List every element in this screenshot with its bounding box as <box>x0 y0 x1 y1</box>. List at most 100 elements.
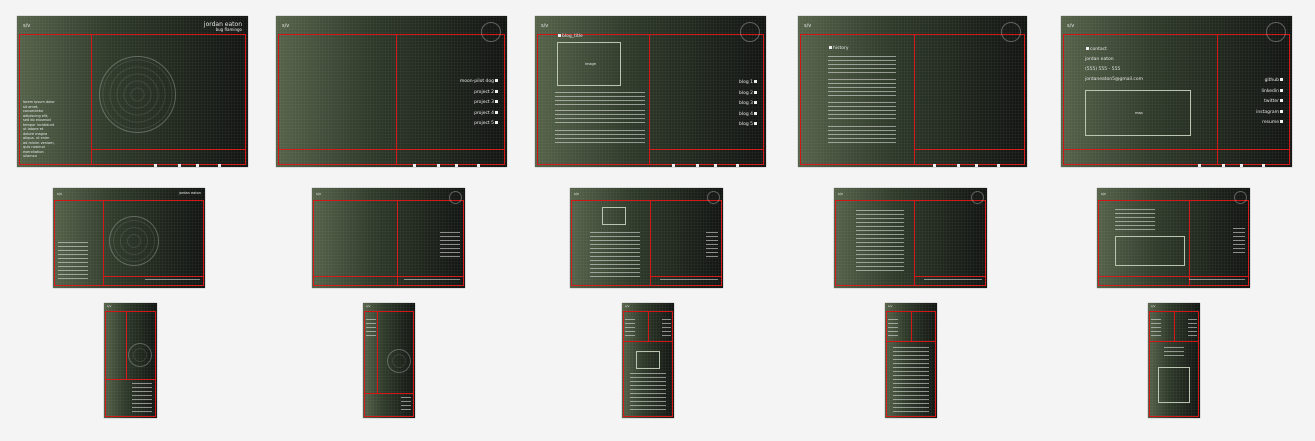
blog-item[interactable]: blog 5 <box>739 122 758 128</box>
intro-line: ullamco <box>23 154 37 158</box>
site-logo[interactable]: s/v <box>574 192 579 197</box>
intro-line: aliqua. ut enim <box>23 136 50 140</box>
project-item[interactable]: moon-pilot dog <box>460 79 499 85</box>
blog-item[interactable]: blog 3 <box>739 101 758 107</box>
mobile-projects-mockup: s/v <box>363 303 415 418</box>
globe-graphic <box>387 349 411 373</box>
social-links[interactable] <box>1233 228 1245 256</box>
project-item[interactable]: project 5 <box>460 121 499 127</box>
logo-icon <box>449 191 462 204</box>
history-paragraph <box>856 210 904 272</box>
blog-list[interactable] <box>662 319 671 337</box>
intro-line: ut labore et <box>23 127 44 131</box>
mobile-nav[interactable] <box>1151 319 1161 337</box>
social-links: github linkedin twitter instagram resume <box>1256 78 1284 131</box>
tablet-history-mockup: s/v <box>834 188 987 288</box>
contact-phone: (555) 555 - 555 <box>1085 67 1121 72</box>
map-placeholder <box>1115 236 1185 266</box>
blog-list[interactable] <box>706 232 718 258</box>
logo-icon <box>1234 191 1247 204</box>
bottom-nav[interactable] <box>924 279 982 281</box>
projects-list[interactable] <box>401 397 411 413</box>
project-item[interactable]: project 2 <box>460 89 499 96</box>
about-intro-text: lorem ipsum dolor sit amet, consectetur … <box>23 100 73 160</box>
social-link[interactable]: resume <box>1256 120 1284 126</box>
map-placeholder <box>1158 367 1190 403</box>
globe-graphic <box>128 343 152 367</box>
globe-graphic <box>109 216 159 266</box>
history-paragraph <box>828 126 896 146</box>
tablet-about-mockup: s/v jordan eaton <box>53 188 205 288</box>
social-links[interactable] <box>1188 319 1197 337</box>
about-intro-text <box>132 383 152 413</box>
contact-heading: contact <box>1085 47 1107 53</box>
project-item[interactable]: project 4 <box>460 110 499 117</box>
intro-line: consectetur <box>23 109 44 113</box>
mobile-nav[interactable] <box>366 319 376 337</box>
site-logo[interactable]: s/v <box>366 305 370 308</box>
blog-paragraph <box>555 110 645 124</box>
site-logo[interactable]: s/v <box>316 192 321 197</box>
blog-paragraph <box>590 232 640 280</box>
bottom-nav: about projects blog history contact <box>143 155 240 167</box>
blog-paragraph <box>555 92 645 106</box>
site-logo[interactable]: s/v <box>804 24 811 29</box>
site-logo[interactable]: s/v <box>1101 192 1106 197</box>
logo-icon <box>1001 22 1021 42</box>
site-logo[interactable]: s/v <box>1151 305 1155 308</box>
bottom-nav[interactable] <box>145 279 200 281</box>
desktop-projects-mockup: s/v moon-pilot dog project 2 project 3 p… <box>276 16 507 167</box>
history-paragraph <box>828 102 896 122</box>
blog-image-placeholder <box>602 207 626 225</box>
blog-paragraph <box>555 130 645 146</box>
owner-subtitle: bug flamingo <box>215 27 242 32</box>
mobile-nav[interactable] <box>625 319 635 337</box>
blog-image-placeholder <box>636 351 660 369</box>
blog-post-title: blog_title <box>557 34 583 40</box>
tablet-blog-mockup: s/v <box>570 188 723 288</box>
project-item[interactable]: project 3 <box>460 100 499 106</box>
bottom-nav[interactable] <box>404 279 460 281</box>
social-link[interactable]: instagram <box>1256 109 1284 116</box>
intro-line: quis nostrud <box>23 145 45 149</box>
logo-icon <box>971 191 984 204</box>
social-link[interactable]: github <box>1256 78 1284 84</box>
projects-list: moon-pilot dog project 2 project 3 proje… <box>460 79 499 132</box>
bottom-nav: about projects blog history contact <box>402 155 499 167</box>
mobile-about-mockup: s/v <box>104 303 157 418</box>
blog-item[interactable]: blog 2 <box>739 90 758 97</box>
site-logo[interactable]: s/v <box>282 24 289 29</box>
blog-image-label: image <box>585 62 596 66</box>
contact-email[interactable]: jordaneaton5@gmail.com <box>1085 77 1143 83</box>
map-label: map <box>1135 111 1143 115</box>
bottom-nav: about projects blog history contact <box>661 155 758 167</box>
blog-list: blog 1 blog 2 blog 3 blog 4 blog 5 <box>739 80 758 133</box>
bottom-nav[interactable] <box>660 279 718 281</box>
site-logo[interactable]: s/v <box>838 192 843 197</box>
mobile-nav[interactable] <box>888 319 898 337</box>
site-logo[interactable]: s/v <box>107 305 111 308</box>
social-link[interactable]: twitter <box>1256 99 1284 105</box>
bottom-nav: about projects blog history contact <box>922 155 1019 167</box>
history-paragraph <box>828 56 896 76</box>
social-link[interactable]: linkedin <box>1256 88 1284 95</box>
site-logo[interactable]: s/v <box>625 305 629 308</box>
contact-details <box>1164 347 1184 359</box>
logo-icon <box>707 191 720 204</box>
desktop-history-mockup: s/v history about projects blog history … <box>798 16 1027 167</box>
site-logo[interactable]: s/v <box>1067 24 1074 29</box>
blog-item[interactable]: blog 1 <box>739 80 758 86</box>
logo-icon <box>481 22 501 42</box>
site-logo[interactable]: s/v <box>57 192 62 197</box>
site-logo[interactable]: s/v <box>23 24 30 29</box>
history-heading: history <box>828 46 848 52</box>
mobile-blog-mockup: s/v <box>622 303 674 418</box>
desktop-contact-mockup: s/v contact jordan eaton (555) 555 - 555… <box>1061 16 1292 167</box>
logo-icon <box>1266 22 1286 42</box>
bottom-nav[interactable] <box>1189 279 1245 281</box>
site-logo[interactable]: s/v <box>541 24 548 29</box>
site-logo[interactable]: s/v <box>888 305 892 308</box>
mobile-history-mockup: s/v <box>885 303 937 418</box>
projects-list[interactable] <box>440 232 460 258</box>
blog-item[interactable]: blog 4 <box>739 111 758 118</box>
